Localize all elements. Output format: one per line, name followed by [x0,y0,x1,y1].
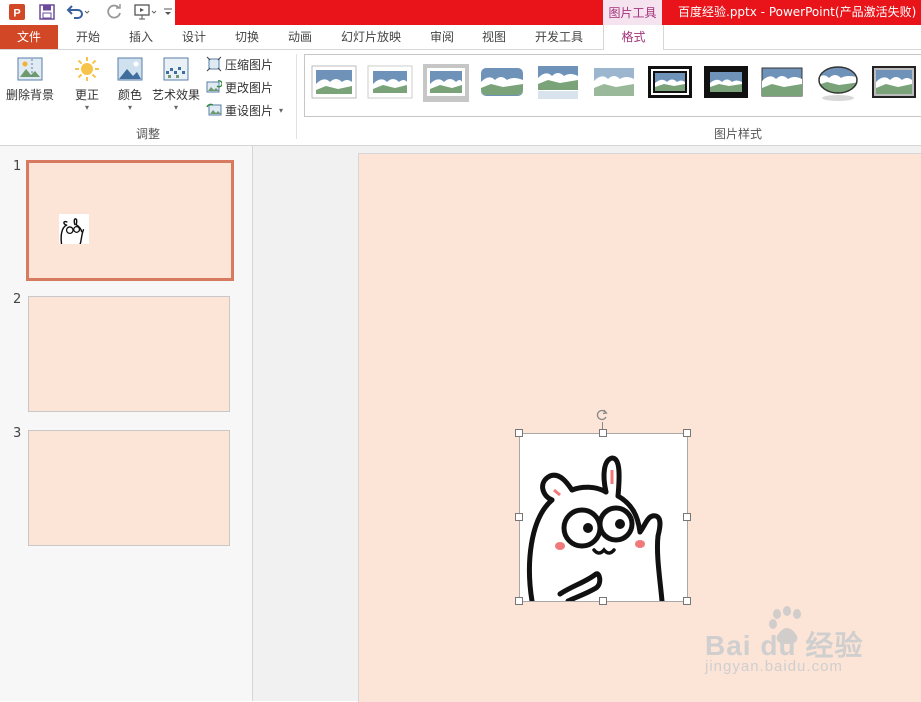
slide-number: 1 [13,159,22,174]
color-label: 颜色 [117,88,142,102]
tab-view[interactable]: 视图 [482,25,506,49]
slide-thumbnail-pane: 1 2 3 [0,146,253,701]
picture-style-oval[interactable] [815,64,861,102]
resize-handle-top-right[interactable] [683,429,691,437]
picture-style-rounded[interactable] [479,64,525,102]
picture-style-soft-edge[interactable] [591,64,637,102]
artistic-effects-button[interactable]: 艺术效果 ▾ [151,55,201,113]
tab-transitions[interactable]: 切换 [235,25,259,49]
reset-picture-icon [206,102,222,118]
picture-style-reflected[interactable] [535,64,581,102]
picture-style-soft-frame[interactable] [367,64,413,102]
reset-picture-button[interactable]: 重设图片 ▾ [206,100,283,120]
rotate-handle-icon[interactable] [595,408,609,422]
watermark-url: jingyan.baidu.com [705,658,843,675]
baidu-jingyan-watermark: Bai du 经验 jingyan.baidu.com [705,606,875,681]
tab-design[interactable]: 设计 [182,25,206,49]
customize-dropdown-icon[interactable] [162,3,174,21]
chevron-down-icon: ▾ [84,103,89,112]
picture-style-metal-frame[interactable] [871,64,917,102]
artistic-effects-label: 艺术效果 [151,88,200,102]
compress-icon [206,56,222,72]
picture-style-double-frame-black[interactable] [647,64,693,102]
compress-pictures-label: 压缩图片 [225,57,274,72]
chevron-down-icon: ▾ [173,103,178,112]
undo-icon[interactable] [66,3,90,21]
picture-styles-gallery [304,54,921,117]
tab-slideshow[interactable]: 幻灯片放映 [341,25,401,49]
corrections-button[interactable]: 更正 ▾ [70,55,104,113]
remove-background-button[interactable]: 删除背景 [4,55,56,103]
slide-thumbnail-3[interactable] [28,430,230,546]
remove-background-label: 删除背景 [5,88,54,102]
resize-handle-left[interactable] [515,513,523,521]
tab-review[interactable]: 审阅 [430,25,454,49]
artistic-effects-icon [162,55,190,83]
tab-developer[interactable]: 开发工具 [535,25,583,49]
picture-style-thick-black[interactable] [703,64,749,102]
group-divider [296,54,297,139]
slide-number: 3 [13,426,22,441]
ribbon: 删除背景 更正 ▾ 颜色 ▾ 艺术效果 ▾ 压缩图片 更改图片 重设图片 ▾ 调… [0,50,921,146]
picture-styles-group-label: 图片样式 [714,127,763,141]
corrections-label: 更正 [74,88,99,102]
change-picture-label: 更改图片 [225,80,274,95]
sun-icon [73,55,101,83]
tab-format[interactable]: 格式 [603,25,664,50]
resize-handle-top[interactable] [599,429,607,437]
ribbon-tabs: 文件 开始 插入 设计 切换 动画 幻灯片放映 审阅 视图 开发工具 格式 [0,25,921,50]
adjust-group-label: 调整 [136,127,161,141]
tab-file[interactable]: 文件 [0,25,58,49]
color-button[interactable]: 颜色 ▾ [113,55,147,113]
remove-background-icon [16,55,44,83]
redo-icon[interactable] [106,3,124,21]
picture-color-icon [116,55,144,83]
reset-picture-label: 重设图片 [225,103,274,118]
picture-style-simple-black[interactable] [759,64,805,102]
slide-thumbnail-2[interactable] [28,296,230,412]
slide-number: 2 [13,292,22,307]
change-picture-button[interactable]: 更改图片 [206,77,273,97]
thumbnail-picture [59,214,89,244]
chevron-down-icon: ▾ [127,103,132,112]
tab-animations[interactable]: 动画 [288,25,312,49]
contextual-tab-label: 图片工具 [603,0,662,25]
resize-handle-top-left[interactable] [515,429,523,437]
chevron-down-icon[interactable]: ▾ [279,106,283,115]
document-title: 百度经验.pptx - PowerPoint(产品激活失败) [678,5,917,19]
title-bar: P 图片工具 百度经验.pptx - PowerPoint(产品激活失败) [0,0,921,25]
slide-thumbnail-1[interactable] [26,160,234,281]
powerpoint-logo-icon[interactable]: P [8,3,26,21]
resize-handle-right[interactable] [683,513,691,521]
save-icon[interactable] [38,3,56,21]
selected-picture[interactable] [519,433,688,602]
tab-insert[interactable]: 插入 [129,25,153,49]
change-picture-icon [206,79,223,95]
svg-text:P: P [13,8,20,20]
resize-handle-bottom[interactable] [599,597,607,605]
tab-home[interactable]: 开始 [76,25,100,49]
compress-pictures-button[interactable]: 压缩图片 [206,54,273,74]
picture-style-selected-frame[interactable] [423,64,469,102]
slideshow-from-beginning-icon[interactable] [134,3,158,21]
resize-handle-bottom-right[interactable] [683,597,691,605]
resize-handle-bottom-left[interactable] [515,597,523,605]
picture-style-simple-frame[interactable] [311,64,357,102]
